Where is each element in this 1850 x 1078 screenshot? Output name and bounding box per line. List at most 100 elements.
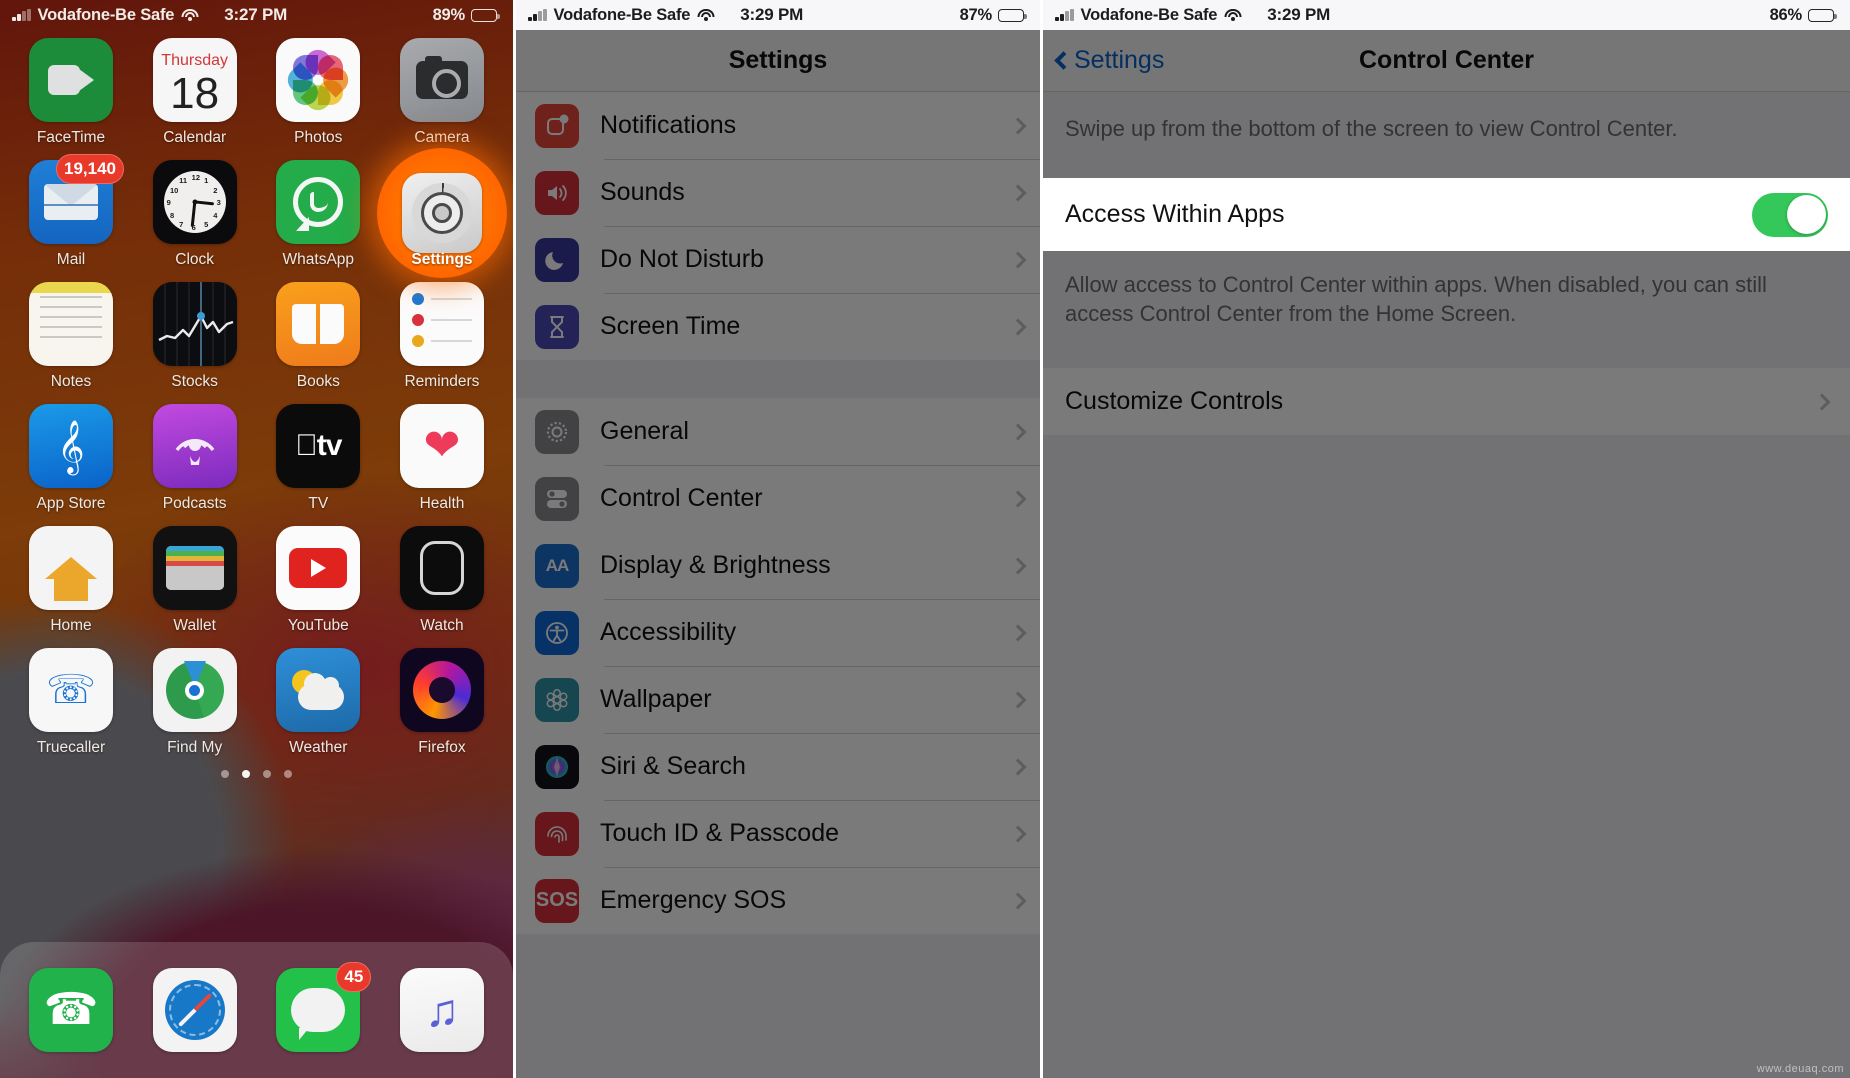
app-label: Books bbox=[296, 373, 340, 390]
app-tv[interactable]: tv TV bbox=[263, 404, 373, 513]
settings-group-1: Notifications Sounds Do Not Disturb Scre… bbox=[516, 92, 1040, 360]
settings-row-label: Screen Time bbox=[600, 312, 741, 340]
app-label: WhatsApp bbox=[282, 251, 355, 268]
photos-icon bbox=[276, 38, 361, 122]
clock-label: 3:27 PM bbox=[224, 5, 288, 24]
badge-count: 19,140 bbox=[56, 154, 124, 184]
settings-row-display-brightness[interactable]: AA Display & Brightness bbox=[516, 532, 1040, 599]
app-whatsapp[interactable]: WhatsApp bbox=[263, 160, 373, 269]
display-brightness-aa-icon: AA bbox=[535, 543, 579, 588]
stocks-icon bbox=[152, 282, 237, 366]
camera-icon bbox=[399, 38, 484, 122]
settings-row-accessibility[interactable]: Accessibility bbox=[516, 599, 1040, 666]
page-indicator-dots[interactable] bbox=[16, 770, 497, 778]
app-label: FaceTime bbox=[36, 129, 106, 146]
app-row: Home Wallet YouTube Watch bbox=[16, 526, 497, 635]
group-separator bbox=[516, 360, 1040, 398]
chevron-right-icon bbox=[1009, 184, 1027, 201]
cellular-bars-icon bbox=[528, 9, 547, 21]
settings-row-siri-search[interactable]: Siri & Search bbox=[516, 733, 1040, 800]
safari-compass-icon bbox=[152, 968, 237, 1052]
app-settings[interactable]: Settings bbox=[376, 148, 507, 278]
app-truecaller[interactable]: ☏ Truecaller bbox=[16, 648, 126, 757]
app-wallet[interactable]: Wallet bbox=[140, 526, 250, 635]
access-within-apps-toggle[interactable] bbox=[1752, 192, 1828, 237]
health-icon: ❤ bbox=[399, 404, 484, 488]
access-within-apps-row[interactable]: Access Within Apps bbox=[1043, 181, 1850, 249]
back-button[interactable]: Settings bbox=[1054, 46, 1164, 75]
dock-app-safari[interactable] bbox=[140, 968, 250, 1052]
app-facetime[interactable]: FaceTime bbox=[16, 38, 126, 147]
phone-icon: ☎ bbox=[29, 968, 113, 1052]
settings-row-do-not-disturb[interactable]: Do Not Disturb bbox=[516, 226, 1040, 293]
battery-percent-label: 86% bbox=[1769, 5, 1803, 24]
app-label: Clock bbox=[175, 251, 215, 268]
app-camera[interactable]: Camera bbox=[387, 38, 497, 147]
dock-app-messages[interactable]: 45 bbox=[263, 962, 373, 1052]
clock-icon: 1 2 3 4 5 6 7 8 9 10 11 12 bbox=[152, 160, 237, 244]
app-store-icon: 𝄞 bbox=[29, 404, 113, 488]
chevron-right-icon bbox=[1009, 624, 1027, 641]
screen-time-hourglass-icon bbox=[535, 304, 579, 349]
dock-app-phone[interactable]: ☎ bbox=[16, 968, 126, 1052]
app-photos[interactable]: Photos bbox=[263, 38, 373, 147]
app-label: TV bbox=[308, 495, 329, 512]
app-label: Settings bbox=[411, 251, 473, 268]
app-calendar[interactable]: Thursday 18 Calendar bbox=[140, 38, 250, 147]
app-mail[interactable]: 19,140 Mail bbox=[16, 154, 126, 269]
app-books[interactable]: Books bbox=[263, 282, 373, 391]
status-bar-control-center: Vodafone-Be Safe 3:29 PM 86% bbox=[1043, 0, 1850, 30]
app-podcasts[interactable]: Podcasts bbox=[140, 404, 250, 513]
battery-icon bbox=[1808, 8, 1837, 22]
touch-id-fingerprint-icon bbox=[535, 811, 579, 856]
dock-app-music[interactable]: ♫ bbox=[387, 968, 497, 1052]
app-reminders[interactable]: Reminders bbox=[387, 282, 497, 391]
settings-gear-icon bbox=[401, 173, 482, 253]
settings-row-label: Accessibility bbox=[600, 618, 737, 646]
calendar-weekday: Thursday bbox=[161, 51, 228, 69]
app-home[interactable]: Home bbox=[16, 526, 126, 635]
customize-controls-row[interactable]: Customize Controls bbox=[1043, 368, 1850, 436]
app-label: Weather bbox=[289, 739, 348, 756]
settings-row-notifications[interactable]: Notifications bbox=[516, 92, 1040, 159]
settings-row-label: Siri & Search bbox=[600, 752, 746, 780]
settings-row-control-center[interactable]: Control Center bbox=[516, 465, 1040, 532]
app-find-my[interactable]: Find My bbox=[140, 648, 250, 757]
app-label: Podcasts bbox=[162, 495, 227, 512]
app-label: Truecaller bbox=[36, 739, 106, 756]
chevron-right-icon bbox=[1009, 825, 1027, 842]
carrier-label: Vodafone-Be Safe bbox=[1080, 5, 1218, 24]
app-clock[interactable]: 1 2 3 4 5 6 7 8 9 10 11 12 Clock bbox=[140, 160, 250, 269]
battery-icon bbox=[471, 8, 500, 22]
calendar-date: 18 bbox=[170, 68, 220, 118]
app-weather[interactable]: Weather bbox=[263, 648, 373, 757]
settings-row-sounds[interactable]: Sounds bbox=[516, 159, 1040, 226]
app-firefox[interactable]: Firefox bbox=[387, 648, 497, 757]
dock: ☎ 45 ♫ bbox=[0, 942, 513, 1078]
app-row: 𝄞 App Store Podcasts tv TV ❤ Health bbox=[16, 404, 497, 513]
app-stocks[interactable]: Stocks bbox=[140, 282, 250, 391]
settings-row-label: Emergency SOS bbox=[600, 886, 787, 914]
settings-row-general[interactable]: General bbox=[516, 398, 1040, 465]
app-health[interactable]: ❤ Health bbox=[387, 404, 497, 513]
app-notes[interactable]: Notes bbox=[16, 282, 126, 391]
badge-count: 45 bbox=[336, 962, 372, 992]
carrier-label: Vodafone-Be Safe bbox=[553, 5, 691, 24]
settings-row-emergency-sos[interactable]: SOS Emergency SOS bbox=[516, 867, 1040, 934]
podcast-waves-glyph bbox=[175, 439, 215, 465]
settings-row-touch-id-passcode[interactable]: Touch ID & Passcode bbox=[516, 800, 1040, 867]
settings-row-wallpaper[interactable]: Wallpaper bbox=[516, 666, 1040, 733]
panel-control-center: Vodafone-Be Safe 3:29 PM 86% Settings Co… bbox=[1040, 0, 1850, 1078]
app-app-store[interactable]: 𝄞 App Store bbox=[16, 404, 126, 513]
settings-row-screen-time[interactable]: Screen Time bbox=[516, 293, 1040, 360]
settings-row-label: Display & Brightness bbox=[600, 551, 831, 579]
app-watch[interactable]: Watch bbox=[387, 526, 497, 635]
apple-tv-icon: tv bbox=[276, 404, 361, 488]
wifi-icon bbox=[697, 8, 715, 22]
home-icon bbox=[29, 526, 113, 610]
toggle-note-text: Allow access to Control Center within ap… bbox=[1065, 272, 1767, 327]
app-label: Stocks bbox=[171, 373, 218, 390]
app-youtube[interactable]: YouTube bbox=[263, 526, 373, 635]
podcasts-icon bbox=[152, 404, 237, 488]
wallpaper-icon bbox=[535, 677, 579, 722]
